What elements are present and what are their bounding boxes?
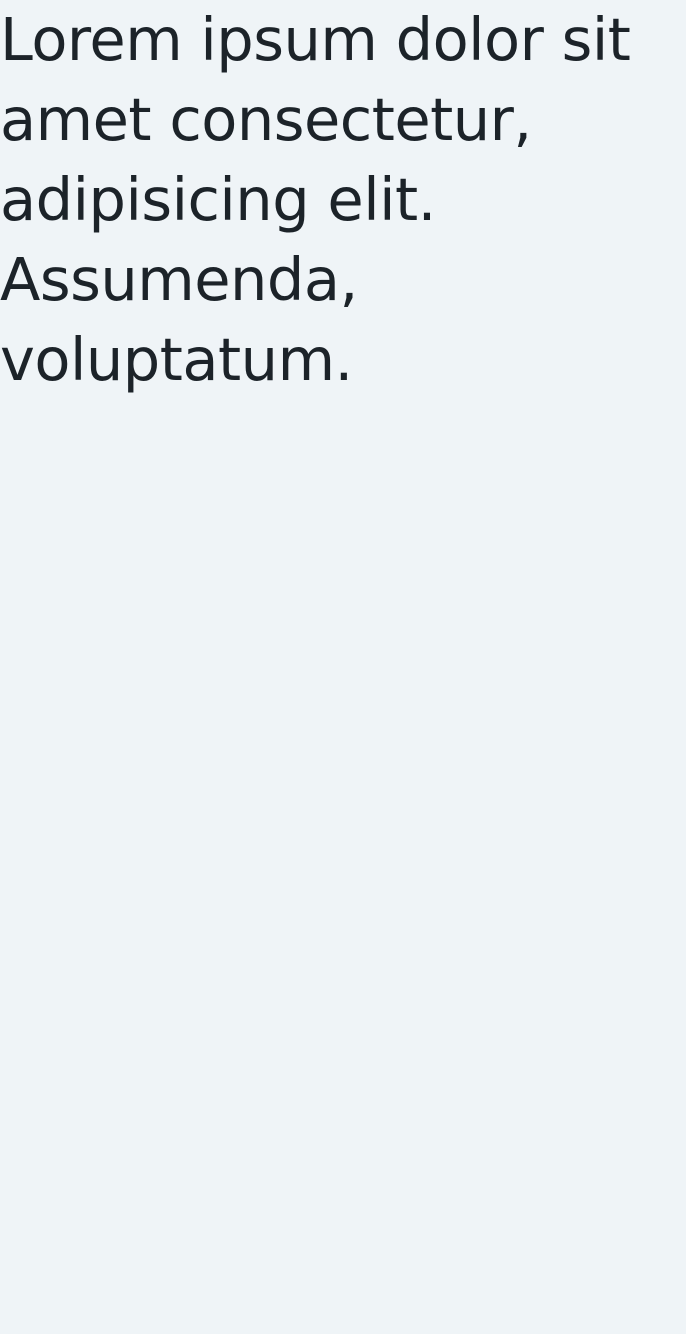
page: Lorem ipsum dolor sit amet consectetur, … <box>0 0 686 1334</box>
body-paragraph: Lorem ipsum dolor sit amet consectetur, … <box>0 5 631 394</box>
